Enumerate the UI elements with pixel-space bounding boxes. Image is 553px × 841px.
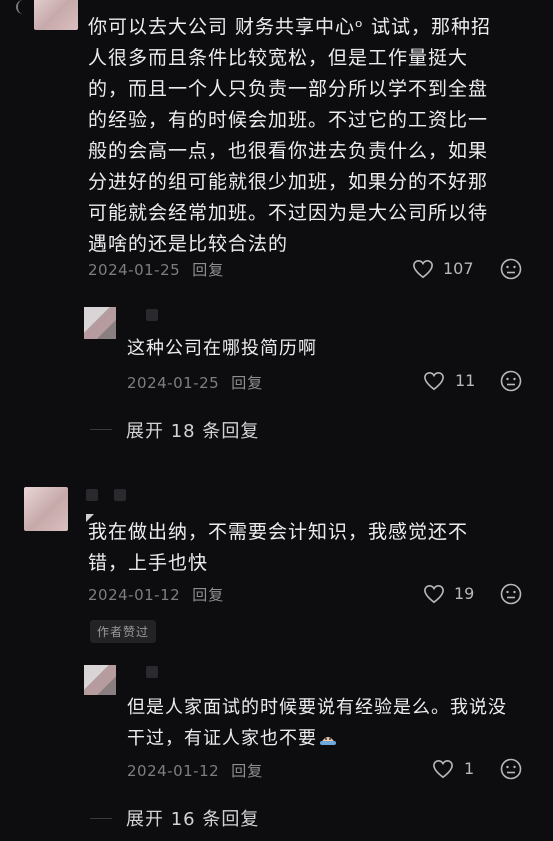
reply-date: 2024-01-12 bbox=[127, 762, 220, 780]
username-blurred bbox=[114, 489, 126, 501]
reply-meta: 2024-01-12 回复 bbox=[127, 760, 263, 781]
comment-date: 2024-01-12 bbox=[88, 586, 181, 604]
comment-meta: 2024-01-25 回复 bbox=[88, 259, 224, 280]
expand-divider bbox=[90, 429, 112, 430]
neutral-face-icon[interactable] bbox=[500, 758, 522, 780]
username-blurred bbox=[146, 666, 158, 678]
heart-icon[interactable] bbox=[412, 259, 434, 279]
reply-date: 2024-01-25 bbox=[127, 374, 220, 392]
like-count: 19 bbox=[454, 584, 475, 603]
like-count: 11 bbox=[455, 371, 476, 390]
author-liked-badge: 作者赞过 bbox=[90, 620, 157, 643]
neutral-face-icon[interactable] bbox=[500, 258, 522, 280]
expand-divider bbox=[90, 818, 112, 819]
reply-button[interactable]: 回复 bbox=[231, 762, 263, 780]
avatar[interactable] bbox=[84, 307, 116, 339]
reply-button[interactable]: 回复 bbox=[231, 374, 263, 392]
comment-date: 2024-01-25 bbox=[88, 261, 181, 279]
heart-icon[interactable] bbox=[432, 759, 454, 779]
comment-meta: 2024-01-12 回复 bbox=[88, 584, 224, 605]
comment-text: 你可以去大公司 财务共享中心ᵒ 试试，那种招人很多而且条件比较宽松，但是工作量挺… bbox=[88, 16, 491, 255]
heart-icon[interactable] bbox=[423, 371, 445, 391]
username-blurred bbox=[86, 489, 98, 501]
avatar[interactable] bbox=[24, 487, 68, 531]
reply-text: 这种公司在哪投简历啊 bbox=[127, 338, 317, 359]
reply-button[interactable]: 回复 bbox=[192, 261, 224, 279]
avatar-edge bbox=[16, 0, 32, 14]
reply-button[interactable]: 回复 bbox=[192, 586, 224, 604]
reply-text-content: 但是人家面试的时候要说有经验是么。我说没干过，有证人家也不要 bbox=[127, 697, 507, 749]
username-blurred bbox=[146, 309, 158, 321]
neutral-face-icon[interactable] bbox=[500, 370, 522, 392]
expand-replies-button[interactable]: 展开 18 条回复 bbox=[126, 417, 259, 443]
sweat-face-emoji bbox=[319, 725, 337, 745]
avatar[interactable] bbox=[34, 0, 78, 30]
reply-meta: 2024-01-25 回复 bbox=[127, 372, 263, 393]
reply-text: 但是人家面试的时候要说有经验是么。我说没干过，有证人家也不要 bbox=[127, 692, 519, 754]
like-count: 1 bbox=[464, 759, 475, 778]
neutral-face-icon[interactable] bbox=[500, 583, 522, 605]
like-count: 107 bbox=[443, 259, 474, 278]
heart-icon[interactable] bbox=[423, 584, 445, 604]
avatar[interactable] bbox=[84, 665, 116, 695]
expand-replies-button[interactable]: 展开 16 条回复 bbox=[126, 805, 259, 831]
comment-text: 我在做出纳，不需要会计知识，我感觉还不错，上手也快 bbox=[88, 521, 469, 574]
